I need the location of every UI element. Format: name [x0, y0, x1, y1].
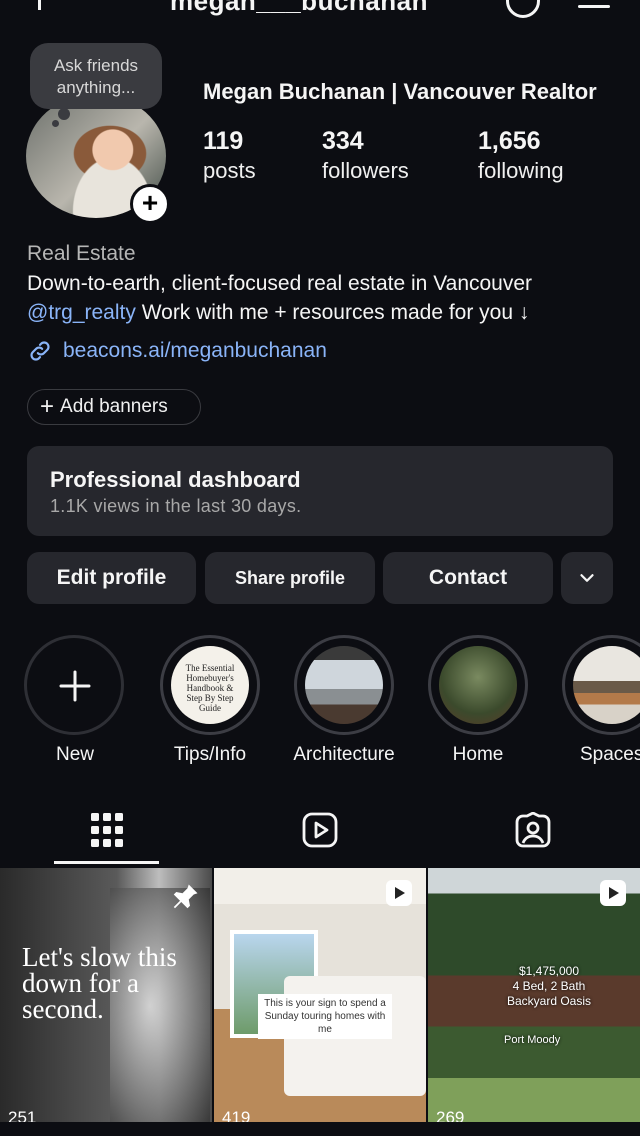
- highlight-architecture[interactable]: [294, 635, 394, 735]
- post-2-caption: This is your sign to spend a Sunday tour…: [258, 994, 392, 1039]
- post-thumbnail-2[interactable]: This is your sign to spend a Sunday tour…: [214, 868, 426, 1124]
- tagged-icon: [515, 811, 551, 848]
- highlight-tips[interactable]: The Essential Homebuyer's Handbook & Ste…: [160, 635, 260, 735]
- stat-followers[interactable]: 334 followers: [322, 126, 409, 186]
- home-cover-image: [439, 646, 517, 724]
- note-bubble-tail-small: [52, 120, 59, 127]
- highlight-new[interactable]: [24, 635, 124, 735]
- highlight-label-new: New: [55, 744, 94, 765]
- profile-link[interactable]: beacons.ai/meganbuchanan: [27, 338, 327, 364]
- tab-tagged[interactable]: [515, 811, 551, 853]
- post-thumbnail-3[interactable]: $1,475,000 4 Bed, 2 Bath Backyard Oasis …: [428, 868, 640, 1124]
- following-label: following: [478, 158, 564, 183]
- contact-button[interactable]: Contact: [383, 552, 553, 604]
- stat-posts[interactable]: 119 posts: [203, 126, 256, 186]
- posts-label: posts: [203, 158, 256, 183]
- post-3-overlay: $1,475,000 4 Bed, 2 Bath Backyard Oasis: [458, 964, 640, 1009]
- followers-count: 334: [322, 127, 364, 155]
- stat-following[interactable]: 1,656 following: [478, 126, 564, 186]
- note-text-line1: Ask friends: [53, 56, 139, 75]
- username-header[interactable]: megan___buchanan: [170, 0, 428, 17]
- plus-icon: +: [40, 393, 55, 420]
- architecture-cover-image: [305, 646, 383, 724]
- followers-label: followers: [322, 158, 409, 183]
- post-3-beds: 4 Bed, 2 Bath: [512, 979, 586, 993]
- highlight-home[interactable]: [428, 635, 528, 735]
- link-icon: [30, 341, 50, 361]
- active-tab-indicator: [54, 861, 159, 864]
- highlight-label-tips: Tips/Info: [173, 744, 247, 765]
- profile-link-text: beacons.ai/meganbuchanan: [63, 339, 327, 362]
- following-count: 1,656: [478, 127, 541, 155]
- bio-line-2-text: Work with me + resources made for you ↓: [135, 301, 530, 324]
- pin-icon: [173, 884, 198, 909]
- add-banners-button[interactable]: + Add banners: [27, 389, 201, 425]
- note-bubble-tail: [58, 108, 70, 120]
- post-1-caption: Let's slow this down for a second.: [22, 942, 177, 1024]
- bio-line-1: Down-to-earth, client-focused real estat…: [27, 272, 533, 295]
- profile-category: Real Estate: [27, 242, 136, 265]
- chevron-down-icon: [580, 574, 594, 582]
- bio-line-2: @trg_realty Work with me + resources mad…: [27, 301, 529, 325]
- menu-icon[interactable]: [578, 0, 610, 16]
- reel-icon: [386, 880, 412, 906]
- note-text-line2: anything...: [56, 78, 136, 97]
- highlight-label-architecture: Architecture: [293, 744, 395, 765]
- highlight-spaces[interactable]: [562, 635, 640, 735]
- grid-icon: [91, 813, 123, 847]
- tab-grid[interactable]: [90, 812, 124, 853]
- suggested-dropdown-button[interactable]: [561, 552, 613, 604]
- profile-name: Megan Buchanan | Vancouver Realtor: [203, 79, 597, 104]
- plus-icon: [59, 670, 91, 702]
- share-profile-button[interactable]: Share profile: [205, 552, 375, 604]
- add-story-plus-icon[interactable]: +: [130, 184, 170, 224]
- bottom-nav-edge: [0, 1122, 640, 1136]
- highlight-label-spaces: Spaces: [580, 744, 640, 765]
- dashboard-subtitle: 1.1K views in the last 30 days.: [50, 496, 302, 516]
- dashboard-title: Professional dashboard: [50, 467, 301, 492]
- reel-icon: [600, 880, 626, 906]
- post-3-tagline: Backyard Oasis: [506, 994, 592, 1008]
- post-thumbnail-1[interactable]: Let's slow this down for a second. 251: [0, 868, 212, 1124]
- highlight-label-home: Home: [452, 744, 504, 765]
- note-bubble[interactable]: Ask friends anything...: [30, 43, 162, 109]
- posts-count: 119: [203, 127, 244, 155]
- spaces-cover-image: [573, 646, 640, 724]
- post-3-location: Port Moody: [504, 1034, 561, 1046]
- threads-icon[interactable]: [506, 0, 540, 18]
- back-icon[interactable]: [38, 0, 51, 10]
- post-3-price: $1,475,000: [518, 964, 580, 978]
- edit-profile-button[interactable]: Edit profile: [27, 552, 196, 604]
- tab-reels[interactable]: [302, 812, 338, 853]
- bio-mention-link[interactable]: @trg_realty: [27, 301, 136, 324]
- add-banners-label: Add banners: [60, 396, 168, 417]
- highlight-cover-text: The Essential Homebuyer's Handbook & Ste…: [171, 646, 249, 724]
- reels-icon: [302, 812, 338, 848]
